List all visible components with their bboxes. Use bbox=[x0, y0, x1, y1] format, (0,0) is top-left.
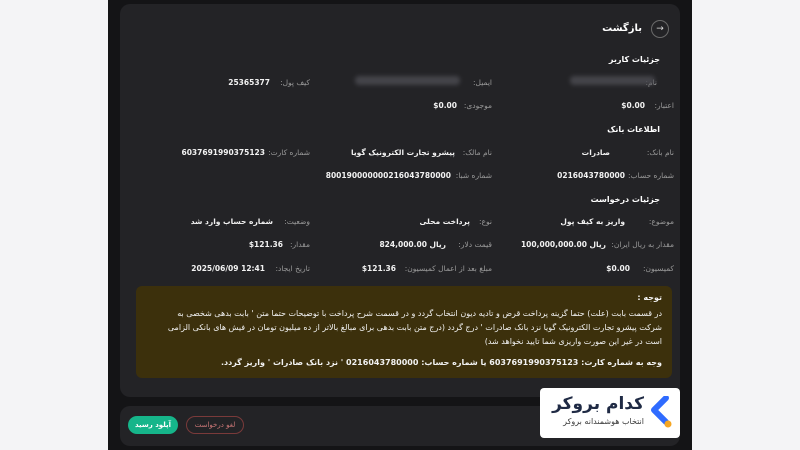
created-date-label: تاریخ ایجاد: bbox=[275, 264, 310, 273]
account-number-label: شماره حساب: bbox=[627, 171, 674, 180]
email-value-redacted bbox=[355, 76, 460, 85]
net-amount-value: $121.36 bbox=[361, 264, 396, 273]
sheba-value: 800190000000216043780000 bbox=[325, 171, 451, 180]
email-label: ایمیل: bbox=[473, 78, 492, 87]
brand-tagline: انتخاب هوشمندانه بروکر bbox=[563, 417, 644, 426]
notice-line-3: است در غیر این صورت واریزی شما تایید نخو… bbox=[484, 337, 662, 346]
created-date-value: 12:41 2025/06/09 bbox=[191, 264, 265, 273]
net-amount-label: مبلغ بعد از اعمال کمیسیون: bbox=[404, 264, 492, 273]
subject-value: واریز به کیف پول bbox=[560, 217, 625, 226]
dollar-price-label: قیمت دلار: bbox=[458, 240, 492, 249]
wallet-value: 25365377 bbox=[228, 78, 270, 87]
balance-label: موجودی: bbox=[463, 101, 492, 110]
notice-line-1: در قسمت بابت (علت) حتما گزینه پرداخت قرض… bbox=[177, 309, 662, 318]
subject-label: موضوع: bbox=[648, 217, 674, 226]
upload-receipt-button[interactable]: آپلود رسید bbox=[128, 416, 178, 434]
brand-watermark: کدام بروکر انتخاب هوشمندانه بروکر bbox=[540, 388, 680, 438]
amount-value: $121.36 bbox=[248, 240, 283, 249]
bank-name-value: صادرات bbox=[581, 148, 610, 157]
payment-notice: توجه : در قسمت بابت (علت) حتما گزینه پرد… bbox=[136, 286, 672, 378]
notice-line-2: شرکت پیشرو تجارت الکترونیک گویا نزد بانک… bbox=[167, 323, 662, 332]
sheba-label: شماره شبا: bbox=[455, 171, 492, 180]
bank-name-label: نام بانک: bbox=[646, 148, 674, 157]
balance-value: $0.00 bbox=[433, 101, 457, 110]
credit-value: $0.00 bbox=[621, 101, 645, 110]
commission-value: $0.00 bbox=[606, 264, 630, 273]
arrow-right-icon: → bbox=[656, 23, 664, 34]
cancel-request-button[interactable]: لغو درخواست bbox=[186, 416, 244, 434]
account-number-value: 0216043780000 bbox=[557, 171, 625, 180]
type-label: نوع: bbox=[479, 217, 492, 226]
type-value: پرداخت محلی bbox=[419, 217, 470, 226]
rial-amount-label: مقدار به ریال ایران: bbox=[611, 240, 674, 249]
notice-line-4: وجه به شماره کارت: 6037691990375123 یا ش… bbox=[220, 358, 662, 367]
status-value: شماره حساب وارد شد bbox=[190, 217, 273, 226]
rial-amount-value: ریال 100,000,000.00 bbox=[520, 240, 606, 249]
status-label: وضعیت: bbox=[284, 217, 310, 226]
card-number-value: 6037691990375123 bbox=[181, 148, 266, 157]
owner-label: نام مالک: bbox=[462, 148, 492, 157]
section-title-request: جزئیات درخواست bbox=[590, 195, 660, 204]
wallet-label: کیف پول: bbox=[280, 78, 310, 87]
notice-title: توجه : bbox=[637, 293, 662, 302]
dollar-price-value: ریال 824,000.00 bbox=[379, 240, 446, 249]
section-title-bank: اطلاعات بانک bbox=[607, 125, 660, 134]
amount-label: مقدار: bbox=[290, 240, 310, 249]
page-title: بازگشت bbox=[602, 23, 642, 34]
section-title-user: جزئیات کاربر bbox=[608, 55, 660, 64]
brand-name: کدام بروکر bbox=[552, 394, 644, 414]
back-button[interactable]: → bbox=[651, 20, 669, 38]
owner-value: پیشرو تجارت الکترونیک گویا bbox=[351, 148, 455, 157]
credit-label: اعتبار: bbox=[654, 101, 674, 110]
brand-logo-icon bbox=[651, 396, 672, 428]
name-value-redacted bbox=[570, 76, 655, 85]
commission-label: کمیسیون: bbox=[642, 264, 674, 273]
card-number-label: شماره کارت: bbox=[268, 148, 310, 157]
